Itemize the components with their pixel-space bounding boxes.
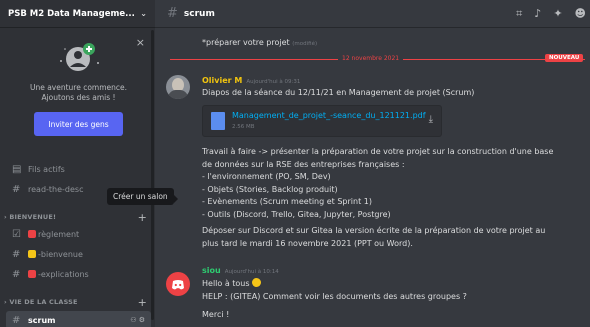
file-attachment: Management_de_projet_-seance_du_121121.p… bbox=[202, 105, 442, 137]
download-icon[interactable]: ⤓ bbox=[429, 114, 433, 125]
message-body: Travail à faire -> présenter la préparat… bbox=[202, 147, 554, 248]
sidebar-item-label: -explications bbox=[38, 269, 89, 279]
category-bienvenue[interactable]: › BIENVENUE! + bbox=[4, 211, 151, 224]
hash-icon: # bbox=[12, 183, 21, 195]
bell-icon[interactable]: ♪ bbox=[534, 7, 541, 21]
invite-card: × Une aventure commence. Ajoutons des am… bbox=[6, 31, 151, 147]
invite-text: Une aventure commence. Ajoutons des amis… bbox=[6, 83, 151, 103]
category-vie-de-la-classe[interactable]: › VIE DE LA CLASSE + bbox=[4, 296, 151, 309]
add-channel-icon[interactable]: + bbox=[138, 211, 151, 224]
new-badge[interactable]: NOUVEAU bbox=[545, 54, 584, 62]
guild-name: PSB M2 Data Manageme... bbox=[8, 8, 135, 19]
add-channel-icon[interactable]: + bbox=[138, 296, 151, 309]
message-timestamp: Aujourd'hui à 10:14 bbox=[224, 269, 279, 275]
members-icon[interactable]: ☻ bbox=[575, 7, 586, 21]
avatar[interactable] bbox=[166, 272, 190, 296]
discord-logo-icon bbox=[172, 279, 184, 289]
threads-icon: ▤ bbox=[12, 163, 22, 175]
sidebar-item-label: Fils actifs bbox=[28, 164, 65, 174]
chevron-down-icon[interactable]: ⌄ bbox=[140, 9, 147, 18]
pin-icon[interactable]: ✦ bbox=[553, 7, 562, 21]
message-author[interactable]: siou Aujourd'hui à 10:14 bbox=[202, 266, 279, 275]
smile-emoji-icon bbox=[252, 278, 262, 287]
divider-date: 12 novembre 2021 bbox=[338, 55, 404, 62]
channel-header: # scrum ⌗ ♪ ✦ ☻ bbox=[155, 0, 590, 28]
category-label: › BIENVENUE! bbox=[4, 213, 57, 221]
threads-icon[interactable]: ⌗ bbox=[516, 7, 522, 21]
close-icon[interactable]: × bbox=[136, 37, 145, 48]
scrollbar[interactable] bbox=[151, 30, 154, 320]
hash-icon: # bbox=[167, 6, 178, 21]
pdf-file-icon bbox=[211, 112, 225, 130]
header-toolbar: ⌗ ♪ ✦ ☻ bbox=[516, 7, 586, 21]
sidebar-item-scrum[interactable]: # scrum ⚇ ⚙ bbox=[6, 311, 151, 327]
invite-settings-icon[interactable]: ⚇ ⚙ bbox=[130, 316, 145, 324]
hash-icon: # bbox=[12, 314, 21, 326]
message-text: Diapos de la séance du 12/11/21 en Manag… bbox=[202, 88, 475, 97]
hash-icon: # bbox=[12, 268, 21, 280]
emoji-icon bbox=[28, 230, 36, 238]
channel-title: scrum bbox=[183, 8, 215, 19]
sidebar-item-label: règlement bbox=[38, 229, 80, 239]
sidebar-item-label: scrum bbox=[28, 315, 56, 325]
checklist-icon: ☑ bbox=[12, 228, 21, 240]
sidebar-item-threads[interactable]: ▤ Fils actifs bbox=[6, 160, 151, 178]
sidebar-item-label: read-the-desc bbox=[28, 184, 84, 194]
avatar[interactable] bbox=[166, 75, 190, 99]
create-channel-tooltip: Créer un salon bbox=[107, 188, 178, 205]
edited-label: (modifié) bbox=[292, 41, 318, 47]
guild-header[interactable]: PSB M2 Data Manageme... ⌄ bbox=[0, 0, 155, 28]
sidebar-item-bienvenue[interactable]: # -bienvenue bbox=[6, 245, 151, 263]
invite-line1: Une aventure commence. bbox=[29, 83, 128, 92]
question-emoji-icon bbox=[28, 270, 36, 278]
invite-line2: Ajoutons des amis ! bbox=[41, 93, 116, 102]
invite-people-button[interactable]: Inviter des gens bbox=[34, 112, 123, 136]
message-timestamp: Aujourd'hui à 09:31 bbox=[246, 79, 301, 85]
add-friend-illustration-icon bbox=[60, 43, 99, 71]
category-label: › VIE DE LA CLASSE bbox=[4, 298, 78, 306]
attachment-size: 2.56 MB bbox=[232, 124, 255, 130]
sidebar-item-reglement[interactable]: ☑ règlement bbox=[6, 225, 151, 243]
hash-icon: # bbox=[12, 248, 21, 260]
sidebar-item-explications[interactable]: # -explications bbox=[6, 265, 151, 283]
attachment-link[interactable]: Management_de_projet_-seance_du_121121.p… bbox=[232, 111, 426, 120]
channel-sidebar: PSB M2 Data Manageme... ⌄ × Une aventure… bbox=[0, 0, 155, 327]
previous-message: *préparer votre projet (modifié) bbox=[202, 38, 318, 47]
sidebar-item-label: -bienvenue bbox=[38, 249, 83, 259]
message-author[interactable]: Olivier M Aujourd'hui à 09:31 bbox=[202, 76, 300, 85]
wave-emoji-icon bbox=[28, 250, 36, 258]
message-body: Hello à tous HELP : (GITEA) Comment voir… bbox=[202, 278, 467, 319]
